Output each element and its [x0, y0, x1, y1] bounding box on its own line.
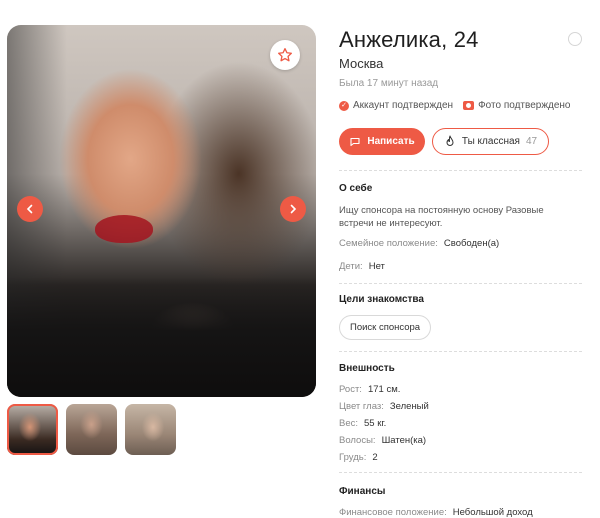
profile-city: Москва: [339, 56, 384, 71]
divider: [339, 351, 582, 352]
breast-value: 2: [372, 452, 378, 463]
about-title: О себе: [339, 183, 373, 194]
camera-icon: [463, 101, 475, 110]
account-verified-label: Аккаунт подтвержден: [353, 100, 454, 111]
appearance-title: Внешность: [339, 363, 395, 374]
account-verified-badge: ✓ Аккаунт подтвержден: [339, 100, 453, 111]
check-icon: ✓: [339, 100, 349, 111]
divider: [339, 170, 582, 171]
weight-value: 55 кг.: [364, 418, 387, 429]
weight-row: Вес: 55 кг.: [339, 418, 386, 429]
breast-row: Грудь: 2: [339, 452, 378, 463]
photo-verified-badge: Фото подтверждено: [463, 100, 571, 111]
chevron-right-icon: [290, 204, 297, 214]
photo-detail-lower: [7, 277, 316, 397]
hair-label: Волосы:: [339, 435, 376, 446]
finances-title: Финансы: [339, 486, 386, 497]
marital-status-row: Семейное положение: Свободен(а): [339, 238, 499, 249]
photo-thumbnail-2[interactable]: [66, 404, 117, 455]
eye-color-row: Цвет глаз: Зеленый: [339, 401, 429, 412]
last-seen-status: Была 17 минут назад: [339, 78, 439, 89]
chat-icon: [350, 137, 360, 146]
kids-value: Нет: [368, 261, 385, 272]
profile-name-age: Анжелика, 24: [339, 27, 479, 52]
flame-icon: [446, 135, 454, 146]
photo-thumbnail-3[interactable]: [125, 404, 176, 455]
finance-label: Финансовое положение:: [339, 507, 447, 518]
height-label: Рост:: [339, 384, 362, 395]
write-message-button[interactable]: Написать: [339, 128, 425, 155]
height-value: 171 см.: [367, 384, 401, 395]
photo-verified-label: Фото подтверждено: [478, 100, 571, 111]
more-options-icon[interactable]: [568, 32, 582, 46]
you-are-cool-label: Ты классная: [461, 136, 520, 147]
kids-label: Дети:: [339, 261, 363, 272]
marital-status-label: Семейное положение:: [339, 238, 438, 249]
prev-photo-button[interactable]: [17, 196, 43, 222]
verification-badges: ✓ Аккаунт подтвержден Фото подтверждено: [339, 100, 571, 111]
divider: [339, 283, 582, 284]
eye-color-label: Цвет глаз:: [339, 401, 384, 412]
goal-tag: Поиск спонсора: [339, 315, 432, 340]
hair-value: Шатен(ка): [381, 435, 427, 446]
you-are-cool-button[interactable]: Ты классная 47: [432, 128, 549, 155]
finance-value: Небольшой доход: [452, 507, 533, 518]
star-icon: [278, 48, 292, 62]
breast-label: Грудь:: [339, 452, 367, 463]
height-row: Рост: 171 см.: [339, 384, 400, 395]
photo-thumbnail-1[interactable]: [7, 404, 58, 455]
photo-detail: [95, 215, 153, 243]
kids-row: Дети: Нет: [339, 261, 385, 272]
main-photo[interactable]: [7, 25, 316, 397]
write-message-label: Написать: [367, 136, 415, 147]
next-photo-button[interactable]: [280, 196, 306, 222]
chevron-left-icon: [26, 204, 33, 214]
favorite-button[interactable]: [270, 40, 300, 70]
about-text: Ищу спонсора на постоянную основу Разовы…: [339, 205, 544, 229]
weight-label: Вес:: [339, 418, 359, 429]
you-are-cool-count: 47: [525, 136, 538, 147]
hair-row: Волосы: Шатен(ка): [339, 435, 426, 446]
goals-title: Цели знакомства: [339, 294, 424, 305]
marital-status-value: Свободен(а): [443, 238, 500, 249]
eye-color-value: Зеленый: [389, 401, 429, 412]
finance-row: Финансовое положение: Небольшой доход: [339, 507, 533, 518]
divider: [339, 472, 582, 473]
